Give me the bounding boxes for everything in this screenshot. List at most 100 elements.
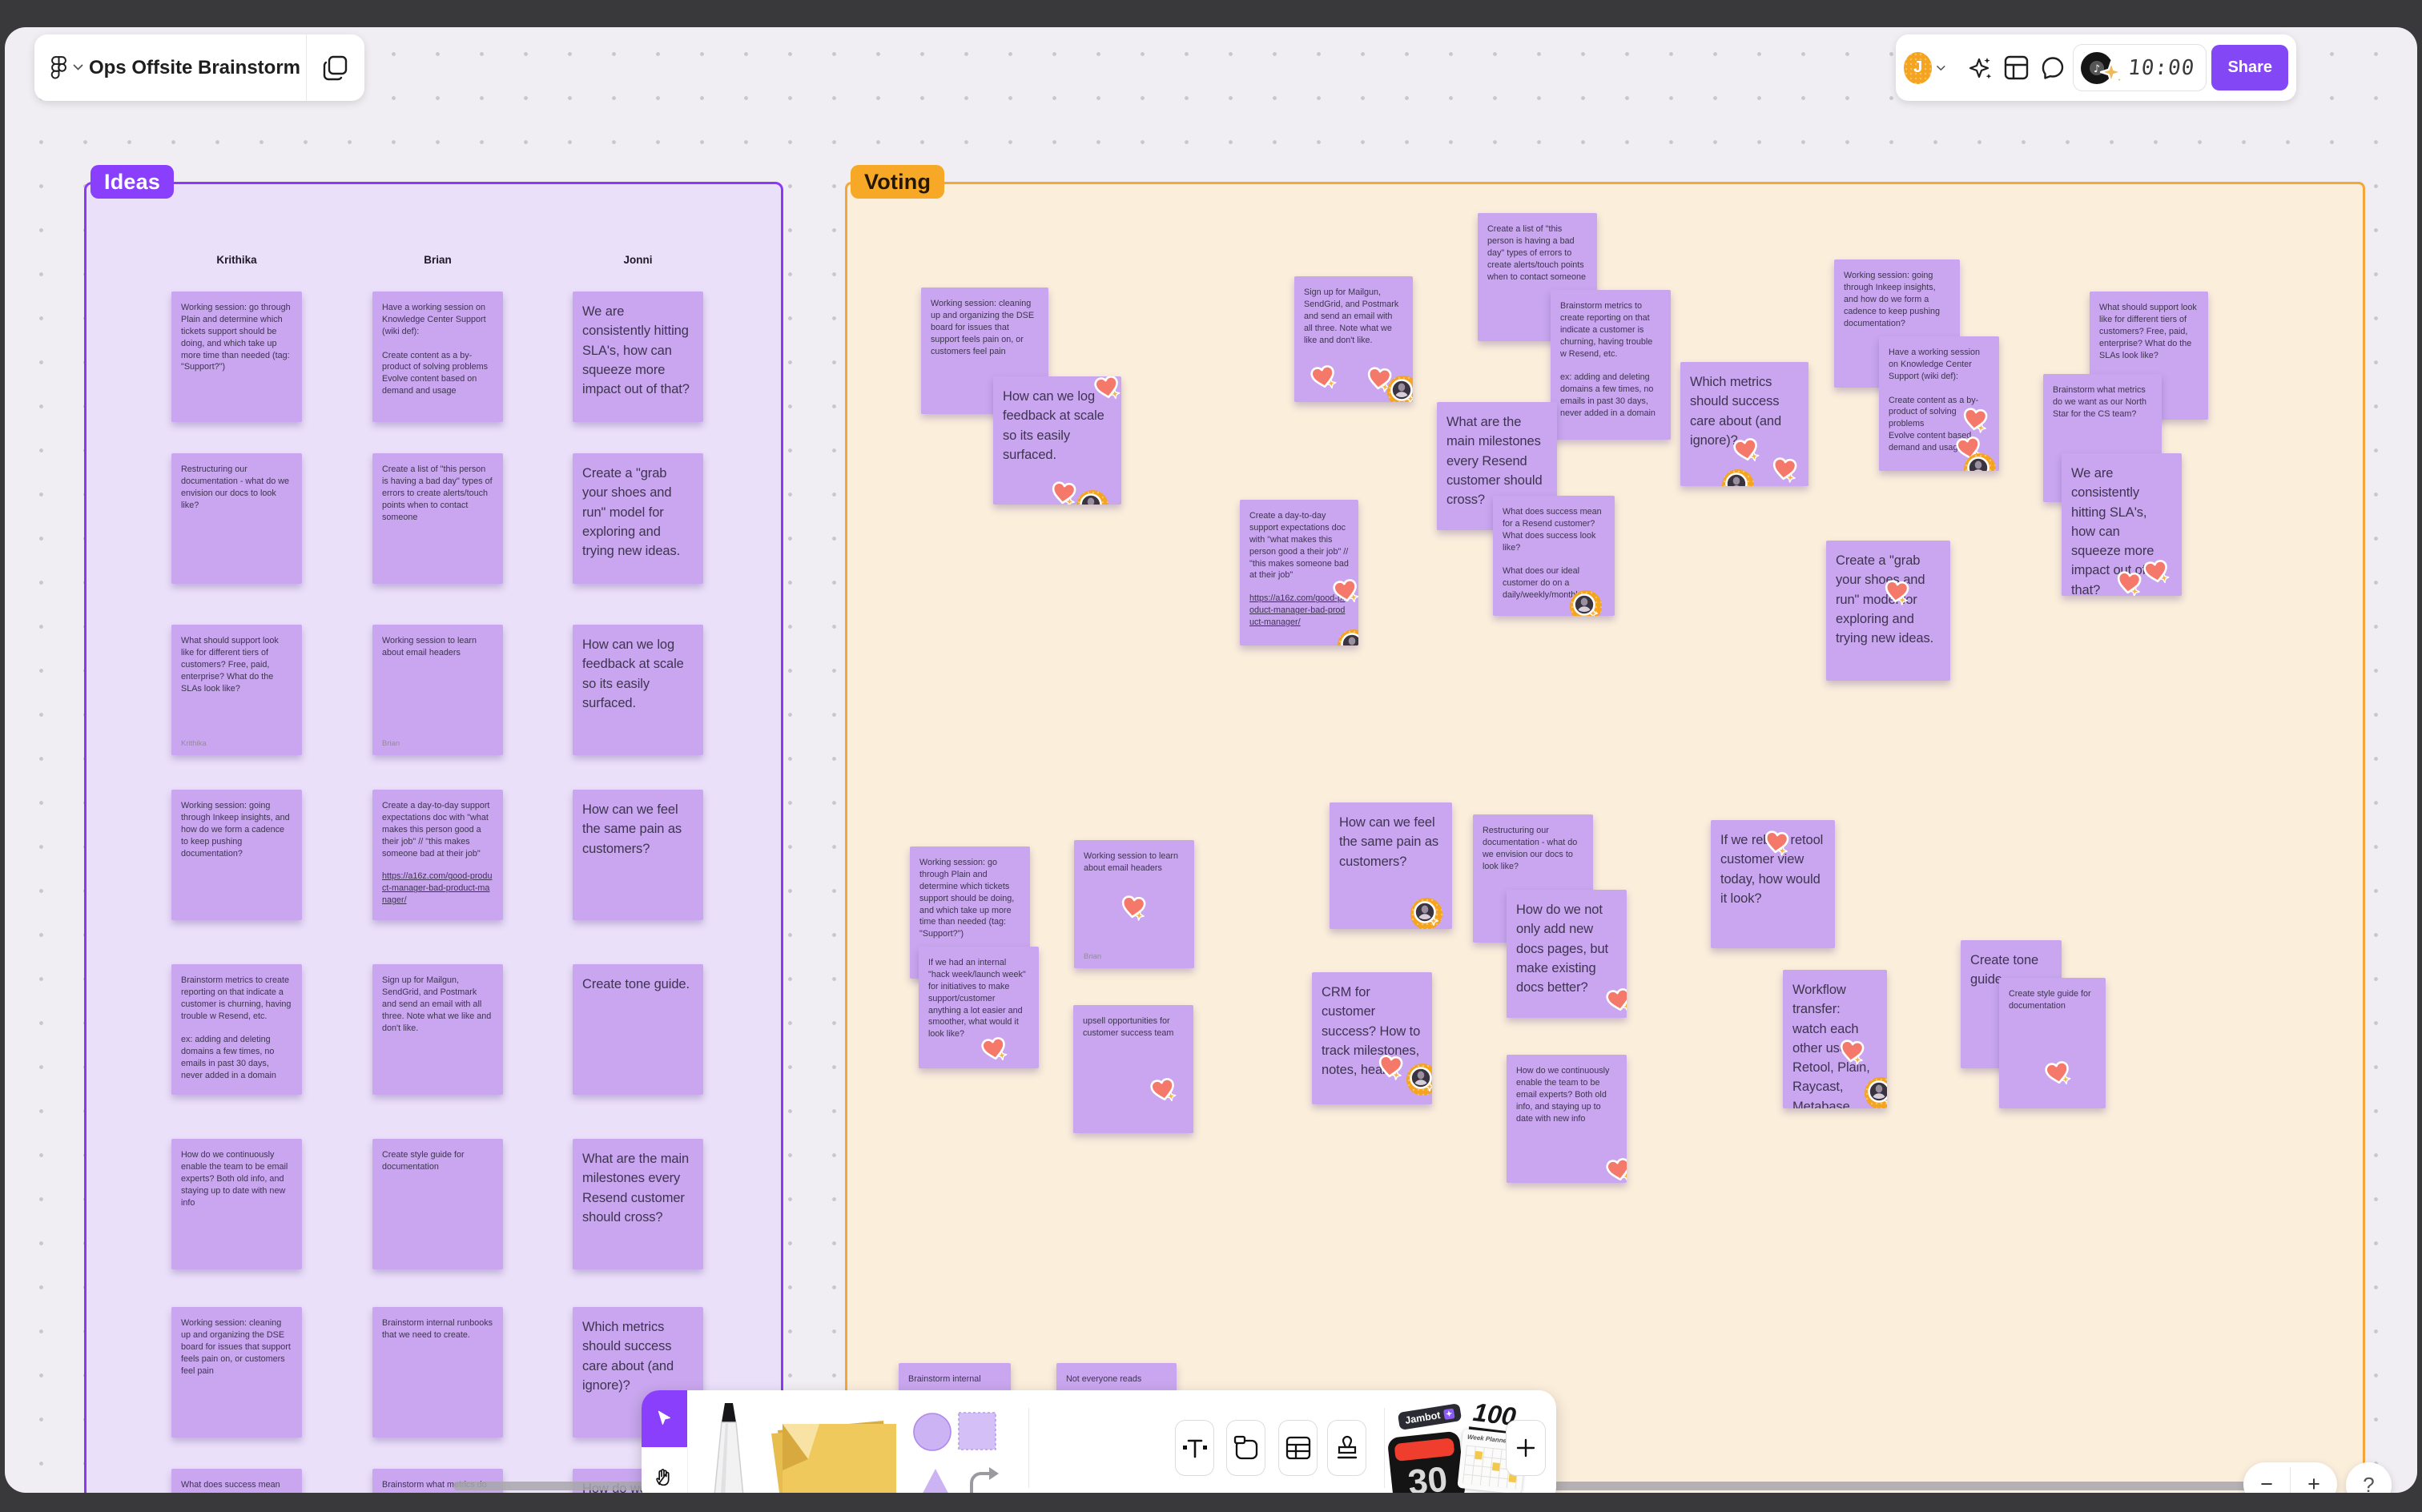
heart-sticker-icon[interactable] xyxy=(1306,360,1340,394)
avatar-stamp-icon[interactable] xyxy=(1076,490,1108,505)
heart-sticker-icon[interactable] xyxy=(1602,1153,1627,1183)
sticky-note[interactable]: How do we continuously enable the team t… xyxy=(1507,1055,1627,1183)
column-name[interactable]: Brian xyxy=(372,254,503,266)
comment-bubble-icon xyxy=(2042,56,2063,79)
sticky-note[interactable]: Sign up for Mailgun, SendGrid, and Postm… xyxy=(372,964,503,1095)
avatar-stamp-icon[interactable] xyxy=(1387,376,1413,402)
sticky-note[interactable]: We are consistently hitting SLA's, how c… xyxy=(2062,453,2182,596)
sticky-note[interactable]: Which metrics should success care about … xyxy=(1680,362,1808,486)
zoom-in-button[interactable]: + xyxy=(2291,1462,2337,1493)
sticky-note-link[interactable]: https://a16z.com/good-product-manager-ba… xyxy=(1249,593,1349,629)
figma-menu-button[interactable] xyxy=(44,50,73,86)
whiteboard-canvas[interactable]: Ideas Voting Krithika Working session: go… xyxy=(5,27,2417,1493)
sticky-note[interactable]: Workflow transfer: watch each other use … xyxy=(1783,970,1887,1108)
avatar-stamp-icon[interactable] xyxy=(1964,453,1996,471)
sticky-note[interactable]: If we had an internal "hack week/launch … xyxy=(919,947,1039,1068)
sticky-note-text: upsell opportunities for customer succes… xyxy=(1083,1016,1174,1038)
voting-section-label[interactable]: Voting xyxy=(851,165,945,199)
connector-tool[interactable] xyxy=(967,1464,1004,1493)
templates-button[interactable] xyxy=(318,50,353,86)
table-tool[interactable] xyxy=(1278,1420,1318,1476)
heart-sticker-icon[interactable] xyxy=(1048,477,1080,505)
hand-tool[interactable] xyxy=(642,1447,688,1493)
sticky-note[interactable]: upsell opportunities for customer succes… xyxy=(1073,1005,1193,1133)
sticky-note[interactable]: How can we log feedback at scale so its … xyxy=(573,625,703,755)
comments-button[interactable] xyxy=(2037,50,2068,86)
sticky-note[interactable]: How can we log feedback at scale so its … xyxy=(993,376,1121,505)
sticky-note[interactable]: Restructuring our documentation - what d… xyxy=(171,453,302,584)
planner-cell xyxy=(1475,1450,1483,1460)
sticky-note[interactable]: We are consistently hitting SLA's, how c… xyxy=(573,292,703,422)
sticky-note[interactable]: Create style guide for documentation xyxy=(1999,978,2106,1108)
add-toolbar-item-button[interactable] xyxy=(1506,1420,1546,1476)
zoom-out-button[interactable]: − xyxy=(2243,1462,2290,1493)
sticky-note[interactable]: How can we feel the same pain as custome… xyxy=(1330,802,1452,929)
figjam-window: Ideas Voting Krithika Working session: go… xyxy=(5,27,2417,1493)
sticky-note[interactable]: Brainstorm metrics to create reporting o… xyxy=(1551,290,1671,440)
sticky-note[interactable]: What should support look like for differ… xyxy=(171,625,302,755)
column-name[interactable]: Krithika xyxy=(171,254,302,266)
avatar-stamp-icon[interactable] xyxy=(1338,629,1358,645)
share-button[interactable]: Share xyxy=(2211,45,2289,90)
sticky-note[interactable]: Sign up for Mailgun, SendGrid, and Postm… xyxy=(1294,276,1413,402)
sticky-note[interactable]: What does success mean for a Resend cust… xyxy=(1493,496,1615,616)
sticky-note[interactable]: How do we not only add new docs pages, b… xyxy=(1507,890,1627,1018)
sticky-note[interactable]: How can we feel the same pain as custome… xyxy=(573,790,703,920)
sticky-note[interactable]: Working session to learn about email hea… xyxy=(372,625,503,755)
sticky-note[interactable]: Working session: go through Plain and de… xyxy=(171,292,302,422)
chevron-down-icon[interactable] xyxy=(73,64,83,71)
timer-value: 10:00 xyxy=(2126,55,2197,80)
sticky-note[interactable]: CRM for customer success? How to track m… xyxy=(1312,972,1432,1104)
sticky-note[interactable]: Create a "grab your shoes and run" model… xyxy=(1826,541,1950,681)
avatar[interactable]: J xyxy=(1904,51,1933,84)
sticky-note-text: CRM for customer success? How to track m… xyxy=(1322,985,1421,1077)
sticky-note[interactable]: Brainstorm internal runbooks that we nee… xyxy=(372,1307,503,1438)
avatar-stamp-icon[interactable] xyxy=(1410,898,1442,929)
heart-sticker-icon[interactable] xyxy=(1146,1073,1180,1107)
sticky-note[interactable]: Have a working session on Knowledge Cent… xyxy=(372,292,503,422)
column-name[interactable]: Jonni xyxy=(573,254,703,266)
sticky-note[interactable]: What are the main milestones every Resen… xyxy=(573,1139,703,1269)
sticky-note[interactable]: What does success mean for a Resend cust… xyxy=(171,1469,302,1493)
sticky-note-tool[interactable] xyxy=(763,1406,907,1493)
avatar-stamp-icon[interactable] xyxy=(1722,469,1754,486)
sticky-note[interactable]: Create a list of "this person is having … xyxy=(372,453,503,584)
triangle-shape-icon xyxy=(923,1469,948,1493)
sticky-note[interactable]: Working session to learn about email hea… xyxy=(1074,840,1194,968)
heart-sticker-icon[interactable] xyxy=(1117,891,1149,923)
file-title[interactable]: Ops Offsite Brainstorm xyxy=(83,57,306,79)
connector-arrow-icon xyxy=(970,1467,999,1493)
heart-sticker-icon[interactable] xyxy=(1768,453,1800,485)
shape-circle-tool[interactable] xyxy=(912,1412,952,1452)
sticky-note[interactable]: Create a day-to-day support expectations… xyxy=(1240,500,1358,645)
shape-triangle-tool[interactable] xyxy=(917,1467,954,1493)
sticky-note[interactable]: Create style guide for documentation xyxy=(372,1139,503,1269)
marker-tool[interactable] xyxy=(704,1401,754,1493)
calendar-30-widget-thumbnail[interactable]: 30 xyxy=(1386,1430,1466,1493)
select-tool[interactable] xyxy=(642,1390,687,1447)
sticky-note[interactable]: Create a "grab your shoes and run" model… xyxy=(573,453,703,584)
sticky-note[interactable]: Have a working session on Knowledge Cent… xyxy=(1879,336,1999,471)
ideas-section-label[interactable]: Ideas xyxy=(91,165,175,199)
shape-square-tool[interactable] xyxy=(958,1412,996,1450)
sticky-note[interactable]: Working session: going through Inkeep in… xyxy=(171,790,302,920)
ai-actions-button[interactable] xyxy=(1965,50,1996,86)
sticky-note[interactable]: How do we continuously enable the team t… xyxy=(171,1139,302,1269)
timer-widget[interactable]: ♪ 10:00 xyxy=(2073,44,2207,91)
section-tool[interactable] xyxy=(1226,1420,1265,1476)
stamp-tool[interactable] xyxy=(1327,1420,1366,1476)
sticky-note[interactable]: If we rebuilt retool customer view today… xyxy=(1711,820,1835,948)
circle-shape-icon xyxy=(913,1413,952,1451)
sticky-note[interactable]: Create tone guide. xyxy=(573,964,703,1095)
sticky-note-link[interactable]: https://a16z.com/good-product-manager-ba… xyxy=(382,871,493,907)
heart-sticker-icon[interactable] xyxy=(2041,1056,2074,1090)
jambot-widget-thumbnail[interactable]: Jambot xyxy=(1397,1402,1462,1431)
plus-icon xyxy=(1516,1438,1535,1458)
sticky-note[interactable]: Create a day-to-day support expectations… xyxy=(372,790,503,920)
sticky-note[interactable]: Brainstorm metrics to create reporting o… xyxy=(171,964,302,1095)
layout-templates-button[interactable] xyxy=(2001,50,2032,86)
heart-sticker-icon[interactable] xyxy=(1363,363,1395,395)
sticky-note[interactable]: Working session: cleaning up and organiz… xyxy=(171,1307,302,1438)
avatar-chevron-icon[interactable] xyxy=(1937,65,1945,71)
text-tool[interactable] xyxy=(1175,1420,1214,1476)
